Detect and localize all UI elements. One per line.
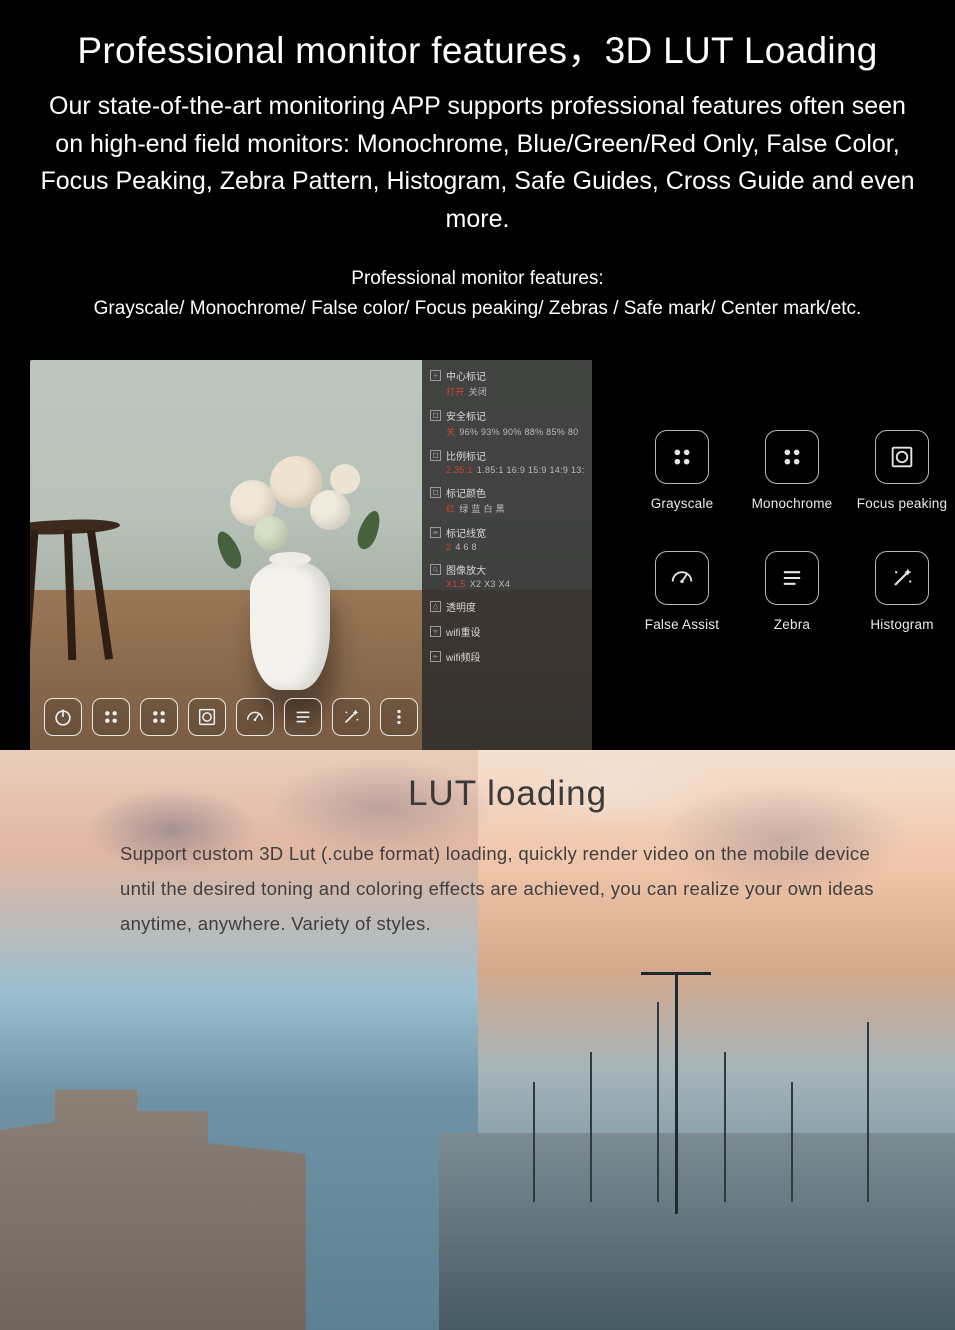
overlay-menu-label: 图像放大 bbox=[446, 562, 486, 577]
lines-icon bbox=[430, 527, 441, 538]
feature-label: Histogram bbox=[870, 617, 933, 632]
page-description: Our state-of-the-art monitoring APP supp… bbox=[30, 88, 925, 238]
lines3-button[interactable] bbox=[284, 698, 322, 736]
focus-button[interactable] bbox=[188, 698, 226, 736]
wifi-icon bbox=[430, 626, 441, 637]
overlay-menu-values: 2.35:11.85:1 16:9 15:9 14:9 13:9 bbox=[430, 465, 584, 475]
dots4-icon bbox=[765, 430, 819, 484]
overlay-menu-values: 红绿 蓝 白 黑 bbox=[430, 502, 584, 515]
overlay-menu-item[interactable]: 标记颜色 红绿 蓝 白 黑 bbox=[430, 485, 584, 515]
feature-monochrome[interactable]: Monochrome bbox=[742, 430, 842, 511]
wand-button[interactable] bbox=[332, 698, 370, 736]
more-button[interactable] bbox=[380, 698, 418, 736]
overlay-menu-item[interactable]: 标记线宽 24 6 8 bbox=[430, 525, 584, 552]
overlay-menu-item[interactable]: 透明度 bbox=[430, 599, 584, 614]
app-preview: 中心标记 打开关闭 安全标记 关96% 93% 90% 88% 85% 80 比… bbox=[30, 360, 592, 750]
feature-label: False Assist bbox=[645, 617, 719, 632]
wand-icon bbox=[875, 551, 929, 605]
square-icon bbox=[430, 410, 441, 421]
features-sublist: Grayscale/ Monochrome/ False color/ Focu… bbox=[30, 298, 925, 320]
overlay-menu-label: wifi重设 bbox=[446, 624, 480, 639]
wave-icon bbox=[430, 651, 441, 662]
feature-label: Grayscale bbox=[651, 496, 714, 511]
overlay-menu-values: X1.5X2 X3 X4 bbox=[430, 579, 584, 589]
overlay-menu-label: 标记线宽 bbox=[446, 525, 486, 540]
square-icon bbox=[430, 450, 441, 461]
square-icon bbox=[430, 487, 441, 498]
overlay-menu-label: 比例标记 bbox=[446, 448, 486, 463]
top-section: Professional monitor features，3D LUT Loa… bbox=[0, 0, 955, 750]
power-button[interactable] bbox=[44, 698, 82, 736]
overlay-menu-label: wifi频段 bbox=[446, 649, 480, 664]
drop-icon bbox=[430, 601, 441, 612]
overlay-menu-values: 关96% 93% 90% 88% 85% 80 bbox=[430, 425, 584, 438]
overlay-menu-item[interactable]: wifi频段 bbox=[430, 649, 584, 664]
focus-icon bbox=[875, 430, 929, 484]
preview-toolbar bbox=[44, 698, 418, 736]
lut-title: LUT loading bbox=[120, 774, 895, 814]
preview-photo-stool bbox=[30, 480, 140, 680]
dots4-button[interactable] bbox=[92, 698, 130, 736]
overlay-menu-label: 透明度 bbox=[446, 599, 476, 614]
settings-overlay-menu: 中心标记 打开关闭 安全标记 关96% 93% 90% 88% 85% 80 比… bbox=[422, 360, 592, 750]
dots4-icon bbox=[655, 430, 709, 484]
preview-photo-flowers bbox=[210, 450, 380, 580]
lut-section: LUT loading Support custom 3D Lut (.cube… bbox=[0, 750, 955, 1330]
features-subtitle: Professional monitor features: bbox=[30, 268, 925, 290]
feature-focus-peaking[interactable]: Focus peaking bbox=[852, 430, 952, 511]
overlay-menu-item[interactable]: 图像放大 X1.5X2 X3 X4 bbox=[430, 562, 584, 589]
gauge-icon bbox=[655, 551, 709, 605]
feature-false-assist[interactable]: False Assist bbox=[632, 551, 732, 632]
feature-grayscale[interactable]: Grayscale bbox=[632, 430, 732, 511]
plus-icon bbox=[430, 370, 441, 381]
feature-label: Focus peaking bbox=[857, 496, 947, 511]
overlay-menu-item[interactable]: 中心标记 打开关闭 bbox=[430, 368, 584, 398]
gauge-button[interactable] bbox=[236, 698, 274, 736]
zoom-icon bbox=[430, 564, 441, 575]
overlay-menu-values: 24 6 8 bbox=[430, 542, 584, 552]
lut-description: Support custom 3D Lut (.cube format) loa… bbox=[120, 836, 880, 941]
feature-grid: Grayscale Monochrome Focus peaking False… bbox=[632, 360, 955, 672]
overlay-menu-item[interactable]: 比例标记 2.35:11.85:1 16:9 15:9 14:9 13:9 bbox=[430, 448, 584, 475]
overlay-menu-item[interactable]: 安全标记 关96% 93% 90% 88% 85% 80 bbox=[430, 408, 584, 438]
overlay-menu-label: 安全标记 bbox=[446, 408, 486, 423]
feature-zebra[interactable]: Zebra bbox=[742, 551, 842, 632]
feature-label: Monochrome bbox=[752, 496, 833, 511]
feature-histogram[interactable]: Histogram bbox=[852, 551, 952, 632]
overlay-menu-item[interactable]: wifi重设 bbox=[430, 624, 584, 639]
lines3-icon bbox=[765, 551, 819, 605]
overlay-menu-label: 中心标记 bbox=[446, 368, 486, 383]
feature-label: Zebra bbox=[774, 617, 810, 632]
overlay-menu-values: 打开关闭 bbox=[430, 385, 584, 398]
dots4-button[interactable] bbox=[140, 698, 178, 736]
page-title: Professional monitor features，3D LUT Loa… bbox=[30, 20, 925, 74]
overlay-menu-label: 标记颜色 bbox=[446, 485, 486, 500]
